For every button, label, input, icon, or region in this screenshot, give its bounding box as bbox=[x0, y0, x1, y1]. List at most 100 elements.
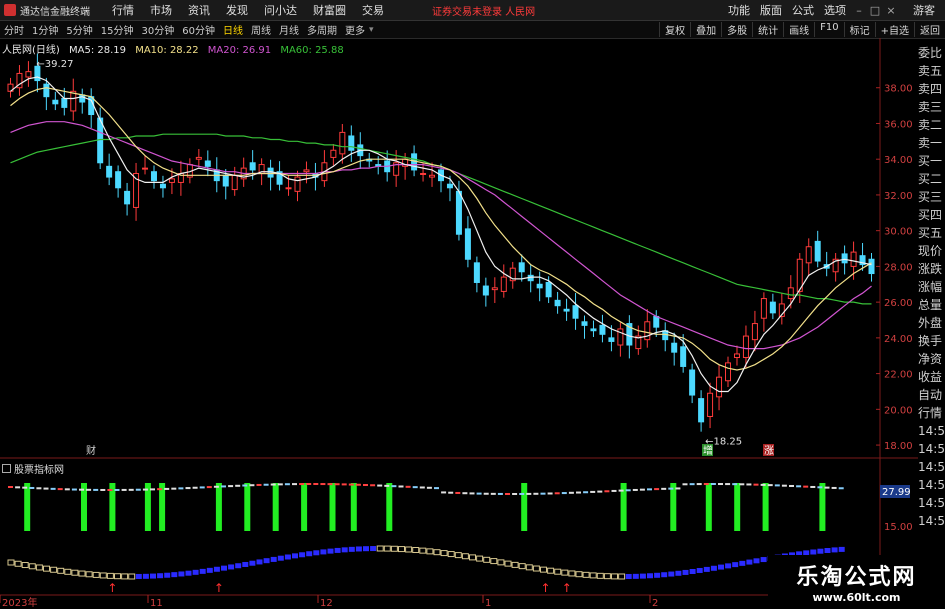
x-tick-label: 2023年 bbox=[2, 596, 37, 609]
period-60min[interactable]: 60分钟 bbox=[178, 22, 219, 37]
y-tick-label: 20.00 bbox=[884, 405, 913, 416]
menu-function[interactable]: 功能 bbox=[723, 2, 755, 18]
candle-body bbox=[545, 281, 552, 298]
period-weekly[interactable]: 周线 bbox=[247, 22, 275, 37]
candle-body bbox=[725, 362, 732, 382]
menu-market-quotes[interactable]: 行情 bbox=[104, 2, 142, 18]
menu-market[interactable]: 市场 bbox=[142, 2, 180, 18]
candle-body bbox=[115, 171, 122, 189]
draw-line-button[interactable]: 画线 bbox=[783, 22, 814, 37]
period-5min[interactable]: 5分钟 bbox=[62, 22, 96, 37]
indicator-block bbox=[518, 563, 526, 570]
period-1min[interactable]: 1分钟 bbox=[28, 22, 62, 37]
guest-label[interactable]: 游客 bbox=[899, 2, 945, 18]
period-intraday[interactable]: 分时 bbox=[0, 22, 28, 37]
side-label: 买四 bbox=[918, 208, 943, 222]
menu-formula[interactable]: 公式 bbox=[787, 2, 819, 18]
indicator-dash bbox=[739, 483, 745, 486]
more-dropdown-icon[interactable]: ▾ bbox=[369, 25, 374, 35]
indicator-block bbox=[725, 563, 732, 569]
mark-button[interactable]: 标记 bbox=[843, 22, 875, 37]
indicator-title[interactable]: 股票指标网 bbox=[2, 461, 64, 476]
menu-layout[interactable]: 版面 bbox=[755, 2, 787, 18]
menu-trade[interactable]: 交易 bbox=[354, 2, 392, 18]
multi-stock-button[interactable]: 多股 bbox=[721, 22, 752, 37]
indicator-block bbox=[838, 546, 845, 552]
indicator-block bbox=[35, 564, 43, 571]
indicator-dash bbox=[299, 483, 305, 486]
f10-button[interactable]: F10 bbox=[814, 22, 843, 37]
period-multi[interactable]: 多周期 bbox=[303, 22, 341, 37]
minimize-icon[interactable]: – bbox=[851, 4, 867, 17]
indicator-block bbox=[739, 560, 746, 566]
auto-label[interactable]: 自动 bbox=[918, 386, 945, 404]
side-label: 卖二 bbox=[918, 118, 943, 132]
indicator-bar bbox=[350, 483, 357, 531]
side-label: 买一 bbox=[918, 154, 943, 168]
period-30min[interactable]: 30分钟 bbox=[137, 22, 178, 37]
maximize-icon[interactable]: □ bbox=[867, 4, 883, 17]
indicator-block bbox=[831, 547, 838, 553]
indicator-dash bbox=[185, 487, 191, 490]
indicator-block bbox=[121, 573, 129, 580]
indicator-dash bbox=[725, 483, 731, 486]
indicator-block bbox=[547, 567, 555, 574]
menu-options[interactable]: 选项 bbox=[819, 2, 851, 18]
y-tick-label: 34.00 bbox=[884, 155, 913, 166]
indicator-block bbox=[661, 572, 668, 578]
menu-wealth-circle[interactable]: 财富圈 bbox=[305, 2, 354, 18]
market-label[interactable]: 行情 bbox=[918, 404, 945, 422]
indicator-bar bbox=[301, 483, 308, 531]
candle-body bbox=[554, 299, 561, 307]
menu-discover[interactable]: 发现 bbox=[218, 2, 256, 18]
indicator-block bbox=[106, 572, 114, 579]
menu-ask[interactable]: 问小达 bbox=[256, 2, 305, 18]
overlay-button[interactable]: 叠加 bbox=[690, 22, 721, 37]
indicator-dash bbox=[164, 487, 170, 490]
close-icon[interactable]: × bbox=[883, 4, 899, 17]
indicator-dash bbox=[675, 487, 681, 490]
candle-body bbox=[142, 167, 149, 170]
indicator-block bbox=[99, 572, 107, 579]
indicator-block bbox=[582, 571, 590, 578]
indicator-dash bbox=[313, 483, 319, 486]
candle-body bbox=[70, 90, 77, 112]
side-label: 卖三 bbox=[918, 100, 943, 114]
add-watchlist-button[interactable]: +自选 bbox=[874, 22, 914, 37]
indicator-block bbox=[292, 553, 298, 559]
indicator-block bbox=[568, 570, 576, 577]
event-marker-rise: 涨 bbox=[764, 445, 774, 457]
indicator-block bbox=[171, 572, 178, 578]
period-monthly[interactable]: 月线 bbox=[275, 22, 303, 37]
side-label: 卖一 bbox=[918, 136, 943, 150]
indicator-dash bbox=[341, 483, 347, 486]
menu-news[interactable]: 资讯 bbox=[180, 2, 218, 18]
kline-chart[interactable]: 38.00 36.00 34.00 32.00 30.00 28.00 26.00 24.00… bbox=[0, 38, 918, 609]
y-tick-label: 30.00 bbox=[884, 227, 913, 238]
indicator-block bbox=[306, 551, 313, 557]
side-label: 外盘 bbox=[918, 316, 943, 330]
candle-body bbox=[446, 183, 453, 189]
app-logo-icon bbox=[4, 4, 16, 16]
indicator-block bbox=[668, 571, 675, 577]
indicator-block bbox=[412, 547, 420, 554]
indicator-dash bbox=[547, 492, 553, 495]
indicator-dash bbox=[50, 487, 56, 490]
period-15min[interactable]: 15分钟 bbox=[97, 22, 138, 37]
indicator-dash bbox=[469, 492, 475, 495]
period-daily[interactable]: 日线 bbox=[219, 22, 247, 37]
indicator-dash bbox=[277, 483, 283, 486]
indicator-dash bbox=[434, 487, 439, 490]
indicator-dash bbox=[263, 483, 269, 486]
back-button[interactable]: 返回 bbox=[914, 22, 945, 37]
period-more[interactable]: 更多 bbox=[341, 22, 369, 37]
indicator-dash bbox=[632, 488, 638, 491]
candle-body bbox=[518, 262, 525, 273]
indicator-dash bbox=[86, 488, 92, 491]
indicator-bar bbox=[244, 483, 251, 531]
indicator-dash bbox=[306, 483, 312, 486]
adjust-button[interactable]: 复权 bbox=[659, 22, 690, 37]
candle-body bbox=[769, 301, 776, 314]
indicator-dash bbox=[533, 492, 539, 495]
statistics-button[interactable]: 统计 bbox=[752, 22, 783, 37]
